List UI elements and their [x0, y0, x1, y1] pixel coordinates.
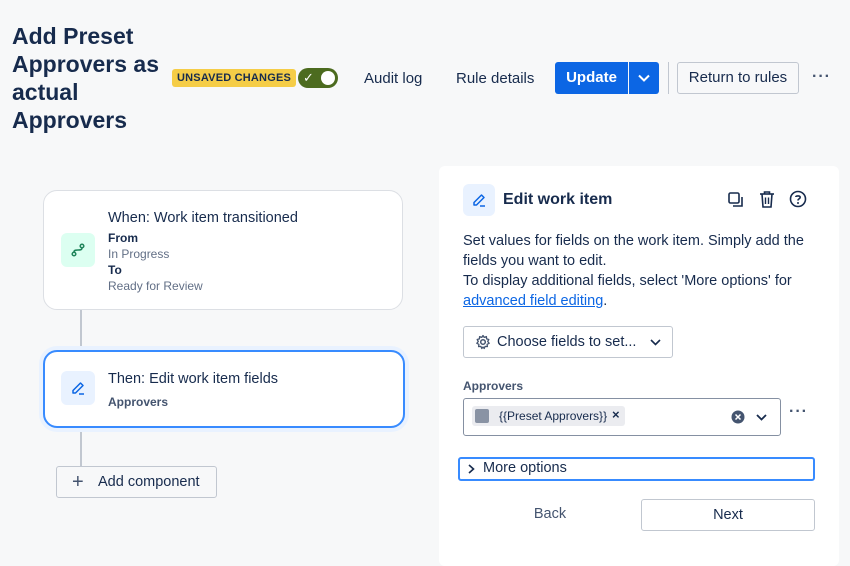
- approvers-more-button[interactable]: ···: [789, 403, 808, 421]
- chevron-right-icon: [468, 464, 475, 474]
- more-actions-button[interactable]: ···: [812, 68, 831, 86]
- description-end: .: [603, 293, 608, 309]
- action-title: Then: Edit work item fields: [108, 371, 279, 387]
- trash-icon: [760, 191, 774, 208]
- help-icon: [789, 190, 807, 208]
- edit-icon: [72, 382, 84, 395]
- delete-button[interactable]: [758, 190, 776, 214]
- from-label: From: [108, 231, 138, 245]
- gear-icon: [476, 334, 490, 350]
- more-options-label: More options: [483, 460, 567, 476]
- rule-enabled-toggle[interactable]: ✓: [298, 68, 338, 88]
- edit-panel: Edit work item Set values for fields on …: [439, 166, 839, 566]
- duplicate-button[interactable]: [727, 191, 745, 214]
- trigger-icon-tile: [61, 233, 95, 267]
- header-divider: [668, 62, 669, 94]
- panel-icon-tile: [463, 184, 495, 216]
- description-text-1: Set values for fields on the work item. …: [463, 233, 804, 269]
- approvers-label: Approvers: [463, 379, 524, 393]
- choose-fields-label: Choose fields to set...: [497, 334, 637, 350]
- toggle-knob: [321, 71, 335, 85]
- to-value: Ready for Review: [108, 279, 203, 293]
- next-button[interactable]: Next: [641, 499, 815, 531]
- action-subtitle: Approvers: [108, 395, 169, 409]
- plus-icon: +: [72, 471, 84, 493]
- to-label: To: [108, 263, 122, 277]
- action-icon-tile: [61, 371, 95, 405]
- unsaved-changes-badge: UNSAVED CHANGES: [172, 69, 297, 87]
- choose-fields-button[interactable]: Choose fields to set...: [463, 326, 673, 358]
- copy-icon: [728, 192, 743, 207]
- panel-title: Edit work item: [503, 191, 613, 208]
- approver-chip: {{Preset Approvers}} ×: [472, 406, 625, 426]
- advanced-field-editing-link[interactable]: advanced field editing: [463, 293, 603, 309]
- back-button[interactable]: Back: [463, 499, 637, 529]
- chevron-down-icon[interactable]: [756, 414, 767, 421]
- action-card[interactable]: Then: Edit work item fields Approvers: [43, 350, 405, 428]
- branch-icon: [71, 243, 85, 257]
- page-title: Add Preset Approvers as actual Approvers: [12, 23, 160, 133]
- chevron-down-icon: [638, 74, 650, 82]
- approvers-select[interactable]: {{Preset Approvers}} ×: [463, 398, 781, 436]
- trigger-title: When: Work item transitioned: [108, 210, 298, 226]
- clear-icon[interactable]: [731, 410, 745, 424]
- panel-description: Set values for fields on the work item. …: [463, 231, 823, 311]
- from-value: In Progress: [108, 247, 170, 261]
- flow-connector: [80, 426, 82, 466]
- approver-chip-label: {{Preset Approvers}}: [499, 409, 608, 423]
- flow-connector: [80, 309, 82, 350]
- description-text-2: To display additional fields, select 'Mo…: [463, 273, 792, 289]
- add-component-button[interactable]: + Add component: [56, 466, 217, 498]
- help-button[interactable]: [789, 190, 807, 213]
- more-options-toggle[interactable]: More options: [458, 457, 815, 481]
- add-component-label: Add component: [98, 474, 200, 490]
- chevron-down-icon: [650, 339, 661, 346]
- edit-icon: [473, 194, 485, 207]
- update-options-button[interactable]: [629, 62, 659, 94]
- check-icon: ✓: [303, 70, 314, 85]
- audit-log-button[interactable]: Audit log: [364, 70, 422, 88]
- rule-details-button[interactable]: Rule details: [456, 70, 534, 88]
- trigger-card[interactable]: When: Work item transitioned From In Pro…: [43, 190, 403, 310]
- user-avatar-icon: [475, 409, 489, 423]
- update-button[interactable]: Update: [555, 62, 628, 94]
- remove-chip-icon[interactable]: ×: [612, 407, 620, 422]
- return-to-rules-button[interactable]: Return to rules: [677, 62, 799, 94]
